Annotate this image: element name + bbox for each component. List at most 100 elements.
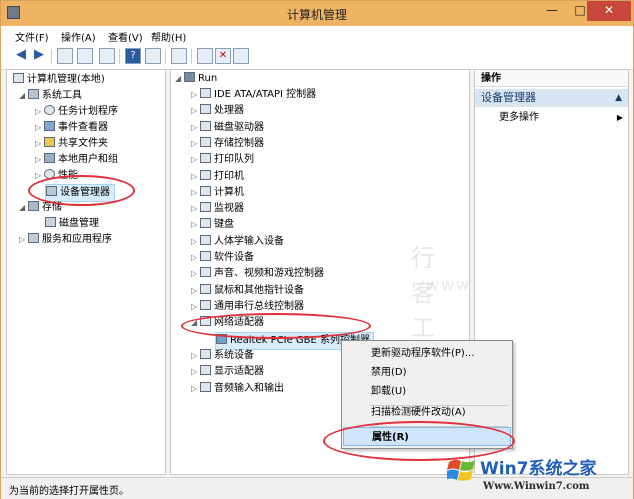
collapsed-arrow-icon[interactable]: ▷ bbox=[19, 232, 28, 248]
collapsed-arrow-icon[interactable]: ▷ bbox=[191, 185, 200, 201]
collapsed-arrow-icon[interactable]: ▷ bbox=[191, 283, 200, 299]
properties-icon[interactable] bbox=[99, 48, 115, 64]
device-category-storage-controller[interactable]: ▷ 存储控制器 bbox=[191, 136, 264, 152]
tree-shared-folders[interactable]: ▷ 共享文件夹 bbox=[35, 136, 108, 152]
device-category-system-devices[interactable]: ▷ 系统设备 bbox=[191, 348, 254, 364]
users-icon bbox=[44, 153, 55, 163]
up-folder-icon[interactable] bbox=[57, 48, 73, 64]
toolbar-divider bbox=[119, 49, 120, 64]
collapsed-arrow-icon[interactable]: ▷ bbox=[191, 364, 200, 380]
expanded-arrow-icon[interactable]: ◢ bbox=[19, 88, 28, 104]
menu-action[interactable]: 操作(A) bbox=[61, 29, 96, 44]
computer-icon bbox=[184, 72, 195, 82]
collapsed-arrow-icon[interactable]: ▷ bbox=[191, 103, 200, 119]
tree-services-apps[interactable]: ▷ 服务和应用程序 bbox=[19, 232, 112, 248]
scan-hardware-icon[interactable] bbox=[171, 48, 187, 64]
computer-management-icon bbox=[13, 73, 24, 83]
collapsed-arrow-icon[interactable]: ▷ bbox=[191, 201, 200, 217]
device-category-print-queue[interactable]: ▷ 打印队列 bbox=[191, 152, 254, 168]
clock-icon bbox=[44, 105, 55, 115]
collapsed-arrow-icon[interactable]: ▷ bbox=[35, 120, 44, 136]
win7-watermark: Win7系统之家 Www.Winwin7.com bbox=[445, 448, 633, 498]
device-category-hid[interactable]: ▷ 人体学输入设备 bbox=[191, 234, 284, 250]
more-actions-item[interactable]: 更多操作 ▶ bbox=[499, 110, 627, 126]
tree-task-scheduler[interactable]: ▷ 任务计划程序 bbox=[35, 104, 118, 120]
device-category-disk-drive[interactable]: ▷ 磁盘驱动器 bbox=[191, 120, 264, 136]
tree-event-viewer-label: 事件查看器 bbox=[58, 122, 108, 133]
show-action-pane-icon[interactable] bbox=[145, 48, 161, 64]
device-category-mouse[interactable]: ▷ 鼠标和其他指针设备 bbox=[191, 283, 304, 299]
device-category-label: 通用串行总线控制器 bbox=[214, 300, 304, 312]
tree-root[interactable]: 计算机管理(本地) bbox=[13, 72, 105, 88]
toolbar-divider bbox=[165, 49, 166, 64]
collapsed-arrow-icon[interactable]: ▷ bbox=[191, 136, 200, 152]
device-category-label: 计算机 bbox=[214, 186, 244, 198]
device-category-label: 音频输入和输出 bbox=[214, 382, 284, 394]
tree-system-tools-label: 系统工具 bbox=[42, 90, 82, 101]
printer-icon bbox=[200, 169, 211, 180]
collapsed-arrow-icon[interactable]: ▷ bbox=[191, 152, 200, 168]
tree-event-viewer[interactable]: ▷ 事件查看器 bbox=[35, 120, 108, 136]
menu-help[interactable]: 帮助(H) bbox=[151, 29, 186, 44]
expanded-arrow-icon[interactable]: ◢ bbox=[19, 200, 28, 216]
device-category-label: 声音、视频和游戏控制器 bbox=[214, 268, 324, 280]
back-icon[interactable]: ◀ bbox=[13, 48, 29, 64]
menu-view[interactable]: 查看(V) bbox=[108, 29, 143, 44]
device-category-monitor[interactable]: ▷ 监视器 bbox=[191, 201, 244, 217]
device-category-display-adapters[interactable]: ▷ 显示适配器 bbox=[191, 364, 264, 380]
device-root[interactable]: ◢ Run bbox=[175, 71, 217, 87]
show-hide-tree-icon[interactable] bbox=[77, 48, 93, 64]
collapsed-arrow-icon[interactable]: ▷ bbox=[191, 381, 200, 397]
toolbar-divider bbox=[191, 49, 192, 64]
forward-icon[interactable]: ▶ bbox=[31, 48, 47, 64]
collapsed-arrow-icon[interactable]: ▷ bbox=[191, 120, 200, 136]
collapsed-arrow-icon[interactable]: ▷ bbox=[191, 217, 200, 233]
tree-task-scheduler-label: 任务计划程序 bbox=[58, 106, 118, 117]
collapse-arrow-icon[interactable]: ▲ bbox=[615, 89, 622, 107]
collapsed-arrow-icon[interactable]: ▷ bbox=[191, 234, 200, 250]
device-category-keyboard[interactable]: ▷ 键盘 bbox=[191, 217, 234, 233]
mouse-icon bbox=[200, 283, 211, 294]
device-category-software-device[interactable]: ▷ 软件设备 bbox=[191, 250, 254, 266]
collapsed-arrow-icon[interactable]: ▷ bbox=[191, 250, 200, 266]
collapsed-arrow-icon[interactable]: ▷ bbox=[191, 266, 200, 282]
device-category-processor[interactable]: ▷ 处理器 bbox=[191, 103, 244, 119]
collapsed-arrow-icon[interactable]: ▷ bbox=[35, 152, 44, 168]
collapsed-arrow-icon[interactable]: ▷ bbox=[191, 169, 200, 185]
help-icon[interactable]: ? bbox=[125, 48, 141, 64]
device-category-label: 磁盘驱动器 bbox=[214, 121, 264, 133]
device-category-sound[interactable]: ▷ 声音、视频和游戏控制器 bbox=[191, 266, 324, 282]
device-category-printer[interactable]: ▷ 打印机 bbox=[191, 169, 244, 185]
actions-section-device-manager[interactable]: 设备管理器 ▲ bbox=[475, 89, 628, 107]
device-category-audio-io[interactable]: ▷ 音频输入和输出 bbox=[191, 381, 284, 397]
collapsed-arrow-icon[interactable]: ▷ bbox=[35, 104, 44, 120]
watermark-url: Www.Winwin7.com bbox=[483, 481, 590, 492]
collapsed-arrow-icon[interactable]: ▷ bbox=[35, 136, 44, 152]
tree-root-label: 计算机管理(本地) bbox=[27, 74, 105, 85]
print-queue-icon bbox=[200, 153, 211, 164]
ctx-disable[interactable]: 禁用(D) bbox=[343, 363, 511, 382]
tree-local-users[interactable]: ▷ 本地用户和组 bbox=[35, 152, 118, 168]
collapsed-arrow-icon[interactable]: ▷ bbox=[191, 299, 200, 315]
ctx-scan-hardware[interactable]: 扫描检测硬件改动(A) bbox=[343, 403, 511, 422]
audio-io-icon bbox=[200, 381, 211, 392]
collapsed-arrow-icon[interactable]: ▷ bbox=[191, 348, 200, 364]
device-category-label: 存储控制器 bbox=[214, 137, 264, 149]
device-category-label: 显示适配器 bbox=[214, 366, 264, 378]
expanded-arrow-icon[interactable]: ◢ bbox=[175, 71, 184, 87]
device-category-ide[interactable]: ▷ IDE ATA/ATAPI 控制器 bbox=[191, 87, 316, 103]
update-driver-icon[interactable] bbox=[197, 48, 213, 64]
enable-device-icon[interactable] bbox=[233, 48, 249, 64]
close-button[interactable]: ✕ bbox=[587, 1, 631, 21]
ctx-update-driver[interactable]: 更新驱动程序软件(P)... bbox=[343, 344, 511, 363]
minimize-button[interactable]: — bbox=[539, 1, 565, 21]
uninstall-device-icon[interactable]: ✕ bbox=[215, 48, 231, 64]
ctx-uninstall[interactable]: 卸载(U) bbox=[343, 382, 511, 401]
tree-disk-management[interactable]: 磁盘管理 bbox=[45, 216, 99, 232]
tree-system-tools[interactable]: ◢ 系统工具 bbox=[19, 88, 82, 104]
services-icon bbox=[28, 233, 39, 243]
device-category-computer[interactable]: ▷ 计算机 bbox=[191, 185, 244, 201]
collapsed-arrow-icon[interactable]: ▷ bbox=[191, 87, 200, 103]
menu-file[interactable]: 文件(F) bbox=[15, 29, 49, 44]
device-category-label: 打印机 bbox=[214, 170, 244, 182]
